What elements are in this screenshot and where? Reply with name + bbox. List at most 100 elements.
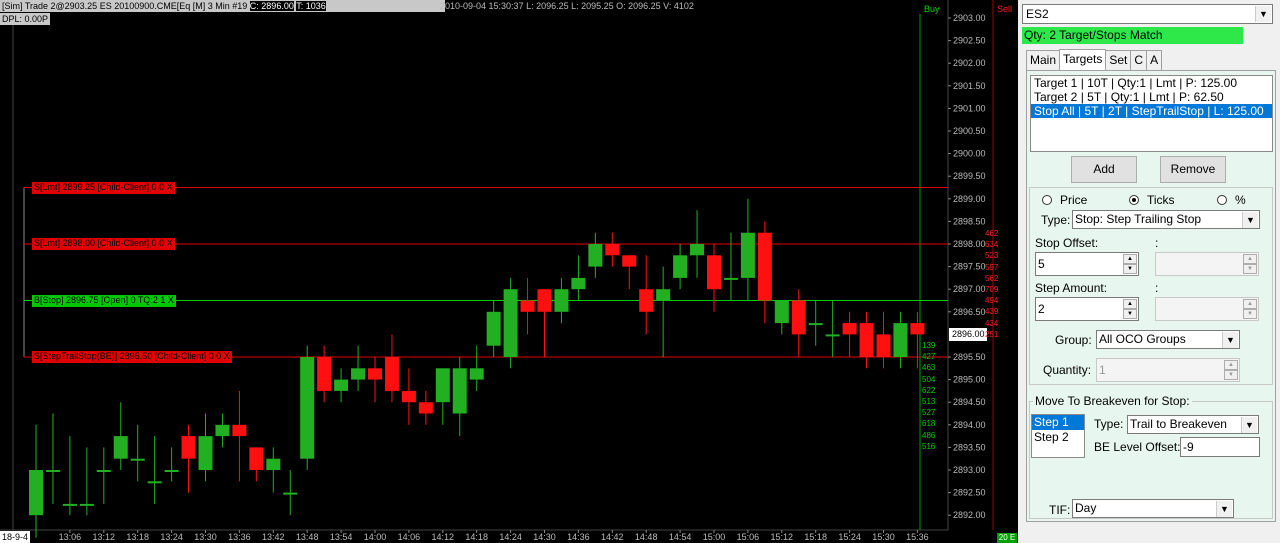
add-button[interactable]: Add bbox=[1071, 156, 1137, 183]
time-tick-label: 13:18 bbox=[126, 532, 149, 542]
price-tick-label: 2902.50 bbox=[953, 36, 986, 46]
time-tick-label: 15:36 bbox=[906, 532, 929, 542]
candle-up bbox=[96, 470, 111, 472]
remove-button[interactable]: Remove bbox=[1160, 156, 1226, 183]
candle-up bbox=[215, 424, 230, 437]
candle-up bbox=[673, 255, 688, 278]
tab-set[interactable]: Set bbox=[1105, 50, 1132, 70]
step-item-2[interactable]: Step 2 bbox=[1032, 430, 1084, 445]
stop-offset-stepper[interactable]: 5 ▲ ▼ bbox=[1035, 252, 1139, 276]
be-type-label: Type: bbox=[1094, 417, 1124, 431]
candle-up bbox=[435, 368, 450, 403]
step-amount-stepper[interactable]: 2 ▲ ▼ bbox=[1035, 297, 1139, 321]
breakeven-title: Move To Breakeven for Stop: bbox=[1033, 394, 1192, 408]
radio-ticks[interactable]: Ticks bbox=[1129, 193, 1175, 207]
stepper-up-icon[interactable]: ▲ bbox=[1224, 360, 1238, 370]
tab-c[interactable]: C bbox=[1130, 50, 1148, 70]
be-offset-input[interactable]: -9 bbox=[1180, 437, 1260, 457]
chevron-down-icon[interactable]: ▼ bbox=[1216, 501, 1232, 517]
tab-a[interactable]: A bbox=[1146, 50, 1163, 70]
candle-up bbox=[283, 492, 298, 495]
tif-select[interactable]: Day ▼ bbox=[1072, 499, 1234, 518]
chart-header: [Sim] Trade 2@2903.25 ES 20100900.CME[Eq… bbox=[0, 0, 445, 12]
time-tick-label: 13:24 bbox=[160, 532, 183, 542]
radio-ticks-dot bbox=[1129, 195, 1139, 205]
sell-volume-value: 494 bbox=[985, 296, 999, 306]
candle-up bbox=[198, 436, 213, 470]
quantity-stepper[interactable]: 1 ▲ ▼ bbox=[1096, 358, 1240, 382]
stepper-up-icon[interactable]: ▲ bbox=[1243, 299, 1257, 309]
order-label-sell[interactable]: S[Lmt] 2898.00 [Child-Client] 0 0 X bbox=[32, 238, 175, 250]
stop-item[interactable]: Stop All | 5T | 2T | StepTrailStop | L: … bbox=[1031, 104, 1272, 118]
header-t: T: 1036 bbox=[296, 1, 326, 11]
candle-up bbox=[808, 323, 823, 326]
price-tick-label: 2895.00 bbox=[953, 375, 986, 385]
sell-volume-value: 634 bbox=[985, 240, 999, 250]
candle-up bbox=[893, 323, 908, 357]
stepper-down-icon[interactable]: ▼ bbox=[1123, 309, 1137, 319]
candle-down bbox=[181, 436, 196, 459]
target-item-1[interactable]: Target 1 | 10T | Qty:1 | Lmt | P: 125.00 bbox=[1031, 76, 1272, 90]
order-panel: ES2 ▼ Qty: 2 Target/Stops Match Main Tar… bbox=[1018, 0, 1280, 543]
group-select[interactable]: All OCO Groups ▼ bbox=[1096, 330, 1240, 349]
tab-targets[interactable]: Targets bbox=[1059, 49, 1107, 70]
candle-up bbox=[113, 436, 128, 459]
be-type-select[interactable]: Trail to Breakeven ▼ bbox=[1127, 415, 1259, 434]
radio-percent[interactable]: % bbox=[1217, 193, 1246, 207]
breakeven-steps-list[interactable]: Step 1 Step 2 bbox=[1031, 414, 1085, 458]
candle-down bbox=[317, 357, 332, 391]
stepper-down-icon[interactable]: ▼ bbox=[1243, 264, 1257, 274]
candle-down bbox=[401, 390, 416, 403]
price-tick-label: 2892.50 bbox=[953, 488, 986, 498]
candle-up bbox=[29, 470, 43, 516]
type-select[interactable]: Stop: Step Trailing Stop ▼ bbox=[1072, 210, 1260, 229]
symbol-select[interactable]: ES2 ▼ bbox=[1022, 4, 1273, 24]
step-amount-secondary-stepper[interactable]: ▲ ▼ bbox=[1155, 297, 1259, 321]
header-info: 2010-09-04 15:30:37 L: 2096.25 L: 2095.2… bbox=[440, 1, 694, 11]
qty-status-banner: Qty: 2 Target/Stops Match bbox=[1022, 27, 1243, 44]
order-label-buy[interactable]: B[Stop] 2896.75 [Open] 0 TQ:2 1 X bbox=[32, 294, 176, 307]
candle-up bbox=[503, 289, 518, 357]
candle-up bbox=[130, 458, 145, 461]
radio-price[interactable]: Price bbox=[1042, 193, 1087, 207]
chevron-down-icon[interactable]: ▼ bbox=[1255, 6, 1271, 22]
order-label-sell[interactable]: S[StepTrailStop(BE)] 2895.50 [Child-Clie… bbox=[32, 351, 232, 363]
price-tick-label: 2895.50 bbox=[953, 352, 986, 362]
stepper-up-icon[interactable]: ▲ bbox=[1243, 254, 1257, 264]
time-tick-label: 14:36 bbox=[567, 532, 590, 542]
order-label-sell[interactable]: S[Lmt] 2899.25 [Child-Client] 0 0 X bbox=[32, 181, 175, 194]
be-offset-label: BE Level Offset: bbox=[1094, 440, 1181, 454]
candle-down bbox=[859, 323, 874, 357]
quantity-label: Quantity: bbox=[1043, 363, 1092, 377]
time-tick-label: 15:30 bbox=[872, 532, 895, 542]
stepper-down-icon[interactable]: ▼ bbox=[1224, 370, 1238, 380]
stepper-up-icon[interactable]: ▲ bbox=[1123, 299, 1137, 309]
tab-main[interactable]: Main bbox=[1026, 50, 1061, 70]
stop-offset-secondary-stepper[interactable]: ▲ ▼ bbox=[1155, 252, 1259, 276]
group-label: Group: bbox=[1055, 333, 1092, 347]
target-item-2[interactable]: Target 2 | 5T | Qty:1 | Lmt | P: 62.50 bbox=[1031, 90, 1272, 104]
stop-offset-secondary-label: : bbox=[1155, 236, 1159, 250]
candle-up bbox=[334, 379, 349, 391]
chart-area[interactable]: 2903.00 2902.50 2902.00 2901.50 2901.00 2900.… bbox=[0, 0, 1018, 543]
time-tick-label: 14:12 bbox=[432, 532, 455, 542]
chevron-down-icon[interactable]: ▼ bbox=[1242, 212, 1258, 228]
step-item-1[interactable]: Step 1 bbox=[1032, 415, 1084, 430]
price-chart[interactable]: 2903.00 2902.50 2902.00 2901.50 2901.00 2900.… bbox=[0, 0, 1018, 543]
chevron-down-icon[interactable]: ▼ bbox=[1222, 332, 1238, 348]
sell-volume-value: 251 bbox=[985, 329, 999, 339]
sell-column-label: Sell bbox=[997, 4, 1013, 14]
candle-up bbox=[45, 470, 60, 472]
price-tick-label: 2900.50 bbox=[953, 126, 986, 136]
targets-list[interactable]: Target 1 | 10T | Qty:1 | Lmt | P: 125.00… bbox=[1030, 75, 1273, 152]
stop-offset-value: 5 bbox=[1038, 257, 1045, 271]
candle-down bbox=[910, 323, 925, 335]
candle-down bbox=[368, 368, 382, 380]
stepper-down-icon[interactable]: ▼ bbox=[1243, 309, 1257, 319]
chevron-down-icon[interactable]: ▼ bbox=[1241, 417, 1257, 433]
candle-up bbox=[723, 277, 738, 280]
tif-label: TIF: bbox=[1049, 503, 1071, 517]
buy-volume-value: 139 bbox=[922, 341, 936, 350]
stepper-up-icon[interactable]: ▲ bbox=[1123, 254, 1137, 264]
stepper-down-icon[interactable]: ▼ bbox=[1123, 264, 1137, 274]
